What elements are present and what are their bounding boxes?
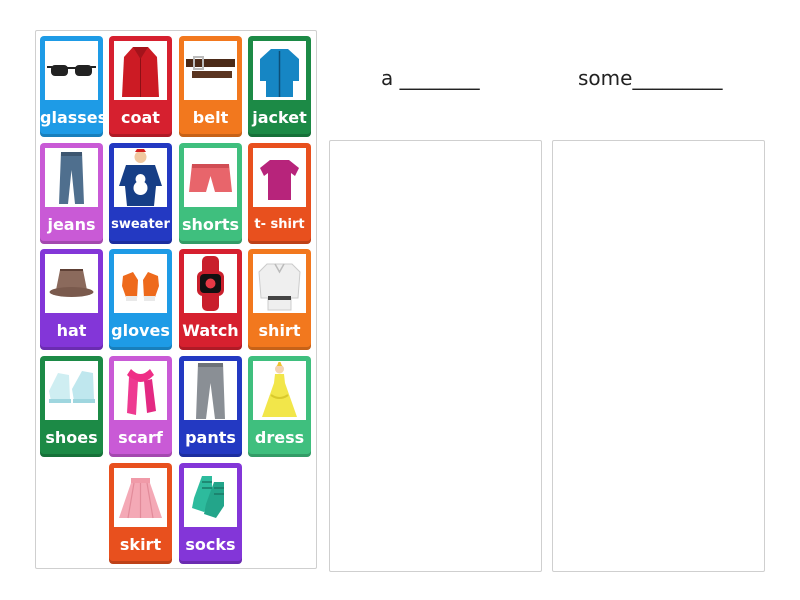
card-label: jeans — [47, 215, 96, 234]
card-label: skirt — [119, 535, 162, 554]
shoes-icon — [45, 361, 98, 420]
card-label: dress — [254, 428, 305, 447]
card-jeans[interactable]: jeans — [40, 143, 103, 244]
watch-icon — [184, 254, 237, 313]
card-jacket[interactable]: jacket — [248, 36, 311, 137]
card-label: Watch — [182, 321, 239, 340]
card-scarf[interactable]: scarf — [109, 356, 172, 457]
card-sweater[interactable]: sweater — [109, 143, 172, 244]
pants-icon — [184, 361, 237, 420]
drop-zone-some[interactable] — [552, 140, 765, 572]
sweater-icon — [114, 148, 167, 207]
socks-icon — [184, 468, 237, 527]
shorts-icon — [184, 148, 237, 207]
card-label: sweater — [111, 217, 170, 232]
card-shoes[interactable]: shoes — [40, 356, 103, 457]
dress-icon — [253, 361, 306, 420]
card-label: socks — [185, 535, 236, 554]
card-hat[interactable]: hat — [40, 249, 103, 350]
card-label: gloves — [111, 321, 170, 340]
card-label: shorts — [182, 215, 239, 234]
card-label: shirt — [258, 321, 301, 340]
card-coat[interactable]: coat — [109, 36, 172, 137]
heading-some: some_________ — [578, 66, 723, 90]
glasses-icon — [45, 41, 98, 100]
drop-zone-a[interactable] — [329, 140, 542, 572]
tshirt-icon — [253, 148, 306, 207]
card-socks[interactable]: socks — [179, 463, 242, 564]
card-label: t- shirt — [254, 217, 305, 232]
belt-icon — [184, 41, 237, 100]
card-label: pants — [185, 428, 236, 447]
shirt-icon — [253, 254, 306, 313]
gloves-icon — [114, 254, 167, 313]
card-label: scarf — [118, 428, 163, 447]
card-t-shirt[interactable]: t- shirt — [248, 143, 311, 244]
card-glasses[interactable]: glasses — [40, 36, 103, 137]
card-label: glasses — [40, 108, 103, 127]
skirt-icon — [114, 468, 167, 527]
card-belt[interactable]: belt — [179, 36, 242, 137]
card-pants[interactable]: pants — [179, 356, 242, 457]
jacket-icon — [253, 41, 306, 100]
card-shirt[interactable]: shirt — [248, 249, 311, 350]
card-label: jacket — [252, 108, 307, 127]
card-skirt[interactable]: skirt — [109, 463, 172, 564]
jeans-icon — [45, 148, 98, 207]
card-watch[interactable]: Watch — [179, 249, 242, 350]
hat-icon — [45, 254, 98, 313]
card-dress[interactable]: dress — [248, 356, 311, 457]
scarf-icon — [114, 361, 167, 420]
card-label: hat — [56, 321, 87, 340]
card-shorts[interactable]: shorts — [179, 143, 242, 244]
card-gloves[interactable]: gloves — [109, 249, 172, 350]
coat-icon — [114, 41, 167, 100]
card-label: belt — [192, 108, 229, 127]
card-label: coat — [121, 108, 160, 127]
card-label: shoes — [45, 428, 98, 447]
heading-a: a ________ — [381, 66, 480, 90]
